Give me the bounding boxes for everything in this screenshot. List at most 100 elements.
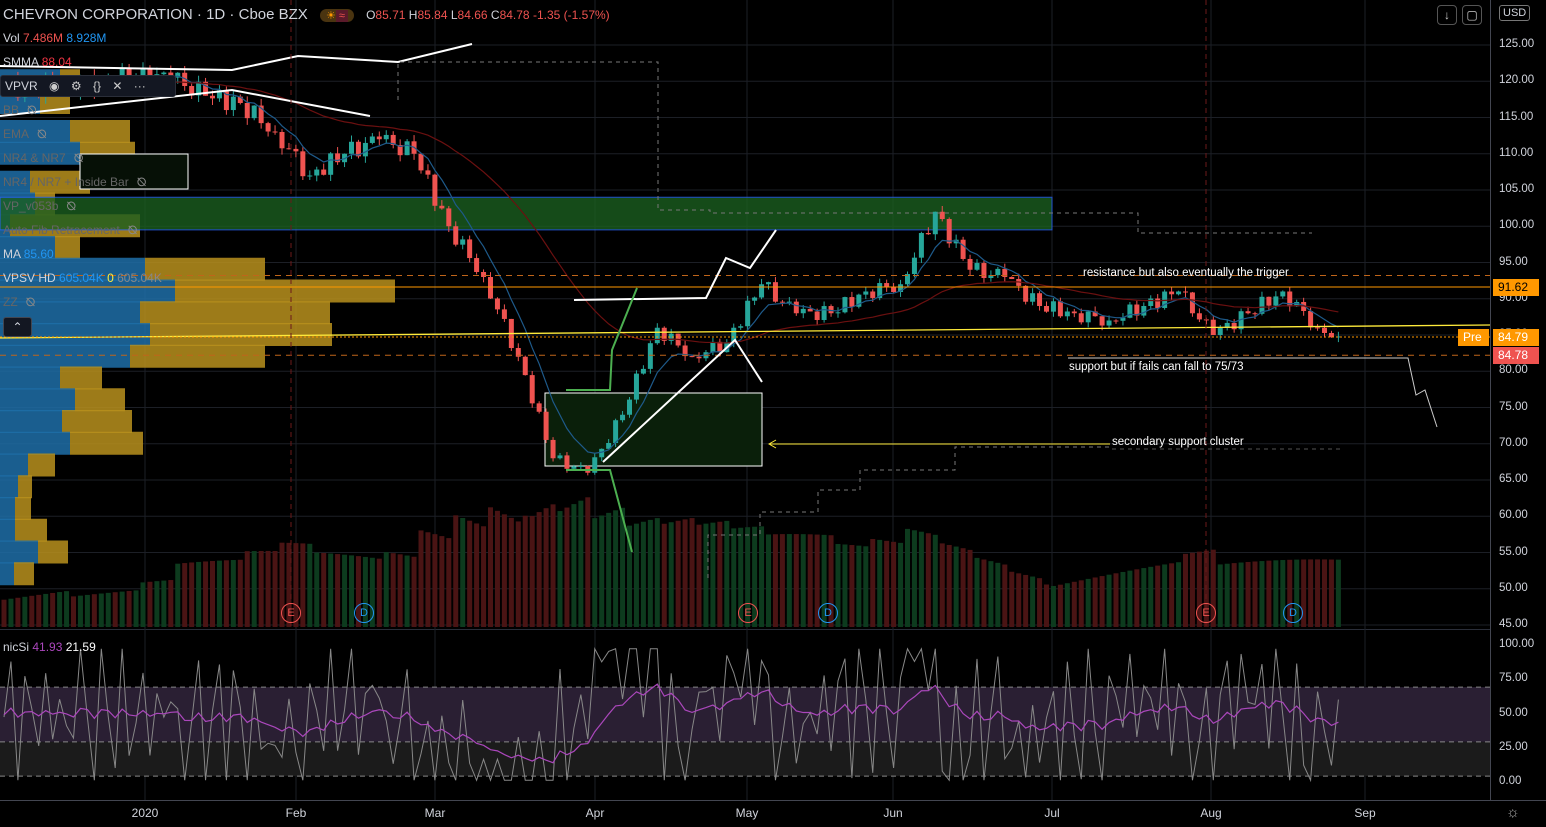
candle-body [550,439,556,459]
legend-bb[interactable]: BB ⦰ [3,103,37,118]
volume-bar [856,545,862,627]
dividend-marker[interactable]: D [818,603,838,623]
candle-body [1273,296,1279,306]
volume-bar [759,526,765,627]
price-chart [0,0,1490,630]
chevron-up-icon: ⌃ [12,320,23,334]
vpvr-up-bar [0,388,75,412]
candle-body [884,283,890,287]
close-icon[interactable]: ✕ [112,79,122,93]
time-tick: Mar [424,806,446,820]
price-tick: 110.00 [1499,146,1534,159]
volume-bar [1322,559,1327,627]
scroll-to-latest-button[interactable]: ↓ [1437,5,1457,25]
candle-body [1141,306,1147,316]
volume-bar [22,596,28,627]
volume-bar [786,534,792,627]
visibility-icon[interactable]: ◉ [49,79,59,93]
candle-body [814,311,820,320]
dividend-marker[interactable]: D [354,603,374,623]
legend-vp[interactable]: VP_v053b ⦰ [3,199,76,214]
vpvr-down-bar [15,518,47,542]
vpvr-down-bar [18,475,32,499]
volume-bar [995,562,1001,627]
candle-body [946,219,952,244]
price-axis[interactable]: USD 125.00 120.00 115.00 110.00 105.00 100.00… [1458,0,1546,800]
legend-nr-inside-bar[interactable]: NR4 / NR7 + Inside Bar ⦰ [3,175,146,190]
ohlc: O85.71 H85.84 L84.66 C84.78 -1.35 (-1.57… [366,8,610,22]
volume-bar [571,504,577,627]
candle-body [467,239,473,259]
earnings-marker[interactable]: E [1196,603,1216,623]
legend-nr4-nr7[interactable]: NR4 & NR7 ⦰ [3,151,83,166]
volume-bar [578,500,584,627]
volume-bar [515,521,521,627]
wave-icon: ≈ [335,10,348,22]
dividend-marker[interactable]: D [1283,603,1303,623]
volume-bar [1050,585,1056,627]
candle-body [779,301,785,303]
candle-body [328,153,334,175]
volume-bar [1044,584,1049,627]
hidden-icon: ⦰ [73,151,84,165]
volume-bar [1037,578,1043,627]
time-tick: Feb [285,806,307,820]
settings-icon[interactable]: ⚙ [71,79,82,93]
legend-auto-fib[interactable]: Auto Fib Retracement ⦰ [3,223,137,238]
vpvr-down-bar [15,497,31,520]
candle-body [481,272,487,277]
oscillator-pane[interactable]: nicSi 41.93 21.59 [0,630,1490,800]
legend-zz[interactable]: ZZ ⦰ [3,295,35,310]
volume-bar [446,538,452,627]
candle-body [849,297,855,307]
source-code-icon[interactable]: {} [93,79,101,93]
legend-vpsv[interactable]: VPSV HD 605.04K 0 605.04K [3,271,162,285]
volume-bar [216,560,222,627]
earnings-marker[interactable]: E [738,603,758,623]
annotation-support[interactable]: support but if fails can fall to 75/73 [1069,361,1244,373]
earnings-marker[interactable]: E [281,603,301,623]
legend-ema[interactable]: EMA ⦰ [3,127,47,142]
interval[interactable]: 1D [206,6,225,23]
main-chart-pane[interactable]: CHEVRON CORPORATION · 1D · Cboe BZX ☀ ≈ O… [0,0,1490,630]
fullscreen-button[interactable]: ▢ [1462,5,1482,25]
legend-vpvr[interactable]: VPVR ◉ ⚙ {} ✕ ··· [0,75,176,97]
volume-bar [613,510,619,627]
annotation-secondary-support[interactable]: secondary support cluster [1112,436,1244,448]
candle-body [1217,327,1223,335]
candle-body [745,300,751,327]
candle-body [974,263,980,270]
volume-bar [939,543,945,627]
volume-bar [946,544,952,627]
volume-bar [1189,552,1195,627]
volume-bar [147,581,153,627]
legend-smma[interactable]: SMMA 88.04 [3,55,72,69]
legend-oscillator[interactable]: nicSi 41.93 21.59 [3,640,96,654]
volume-bar [842,544,848,627]
volume-bar [1162,564,1168,627]
legend-vol[interactable]: Vol 7.486M 8.928M [3,31,106,45]
price-tick: 45.00 [1499,618,1528,630]
volume-bar [905,528,910,627]
volume-bar [161,580,167,627]
candle-body [821,306,827,320]
volume-bar [870,539,876,627]
more-icon[interactable]: ··· [134,79,146,93]
volume-bar [418,530,424,627]
time-axis[interactable]: 2020 Feb Mar Apr May Jun Jul Aug Sep ☼ [0,800,1546,827]
collapse-legend-button[interactable]: ⌃ [3,317,32,337]
settings-icon[interactable]: ☼ [1506,804,1520,821]
volume-bar [383,552,389,627]
premarket-label: Pre [1458,329,1489,346]
resistance-price-label: 91.62 [1493,279,1539,296]
currency-button[interactable]: USD [1499,5,1531,21]
legend-ma[interactable]: MA 85.60 [3,247,54,261]
candle-body [1030,293,1036,302]
volume-bar [557,511,563,627]
time-tick: Apr [585,806,605,820]
annotation-resistance[interactable]: resistance but also eventually the trigg… [1083,267,1289,279]
volume-bar [404,555,410,627]
volume-bar [1141,568,1147,627]
vpvr-up-bar [0,497,15,520]
volume-bar [1,599,7,627]
